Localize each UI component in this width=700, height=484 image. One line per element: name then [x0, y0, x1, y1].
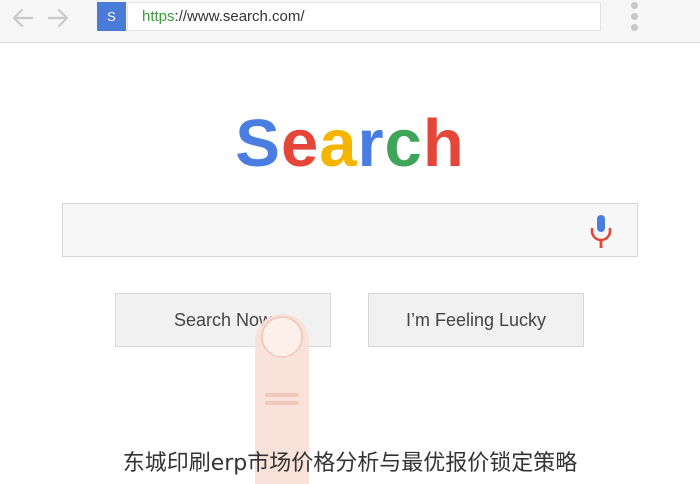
microphone-icon[interactable]: [587, 214, 615, 250]
logo-letter: e: [280, 106, 320, 181]
site-favicon: S: [97, 2, 126, 31]
logo-letter: h: [422, 106, 465, 181]
url-text: https://www.search.com/: [142, 3, 305, 30]
browser-toolbar: S https://www.search.com/: [0, 0, 700, 43]
logo-letter: r: [357, 106, 385, 181]
forward-arrow-icon[interactable]: [45, 7, 71, 29]
back-arrow-icon[interactable]: [10, 7, 36, 29]
feeling-lucky-button[interactable]: I’m Feeling Lucky: [368, 293, 584, 347]
caption-text: 东城印刷erp市场价格分析与最优报价锁定策略: [122, 451, 578, 476]
address-bar[interactable]: https://www.search.com/: [127, 2, 601, 31]
url-path: ://www.search.com/: [174, 8, 305, 25]
search-input[interactable]: [62, 203, 638, 257]
logo-letter: c: [384, 106, 423, 181]
logo-letter: a: [319, 106, 358, 181]
url-scheme: https: [142, 8, 175, 25]
search-logo: Search: [0, 104, 700, 184]
logo-letter: S: [235, 106, 281, 181]
menu-icon[interactable]: [628, 2, 642, 32]
